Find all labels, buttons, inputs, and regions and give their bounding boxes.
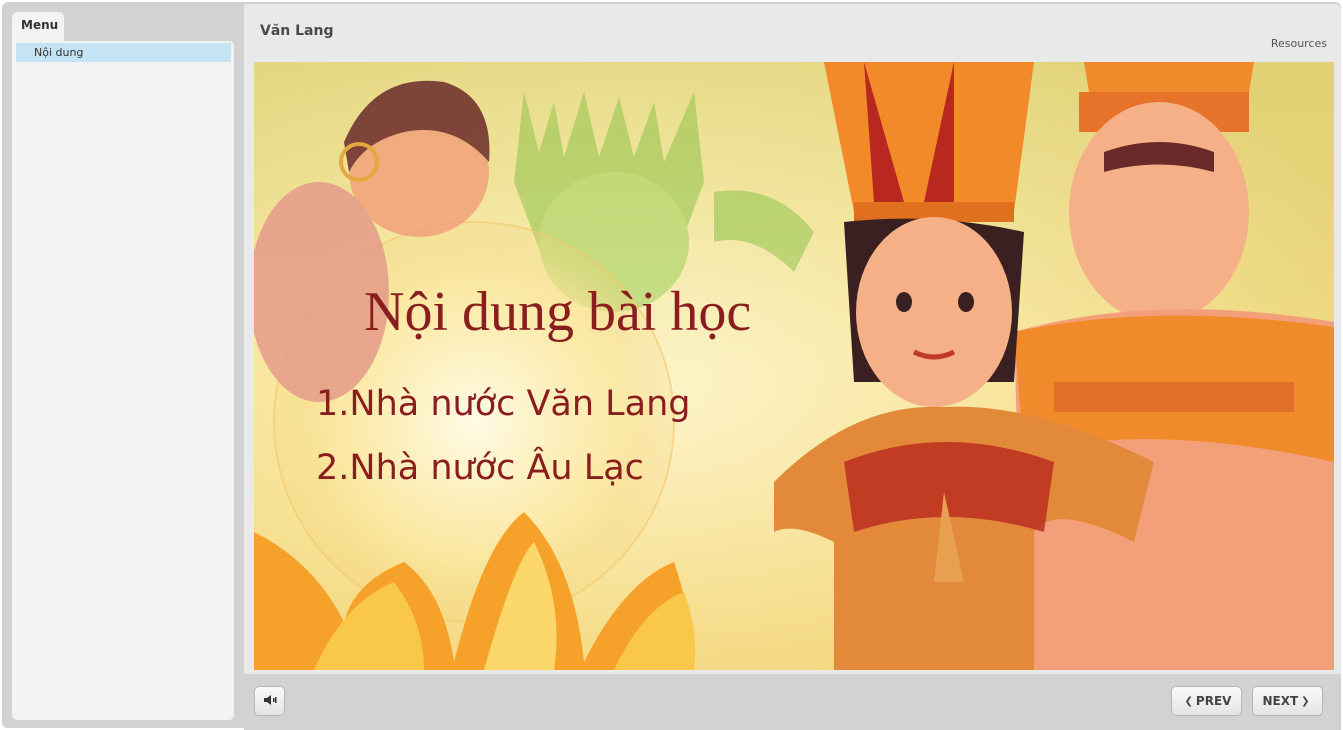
slide-canvas: Nội dung bài học 1.Nhà nước Văn Lang 2.N… [254,62,1334,670]
menu-tab[interactable]: Menu [12,12,64,42]
slide-list-item: 1.Nhà nước Văn Lang [316,384,691,424]
slide-list-item: 2.Nhà nước Âu Lạc [316,448,644,488]
prev-button[interactable]: ❮ PREV [1171,686,1242,716]
volume-button[interactable] [254,686,285,716]
player-frame: Menu Nội dung Văn Lang Resources Nội dun… [2,2,1341,730]
page-title: Văn Lang [260,23,334,39]
bottom-toolbar: ❮ PREV NEXT ❯ [244,674,1341,730]
sidebar: Menu Nội dung [12,12,234,720]
volume-icon [263,693,277,710]
resources-link[interactable]: Resources [1271,37,1327,50]
next-button[interactable]: NEXT ❯ [1252,686,1323,716]
prev-label: PREV [1195,694,1232,708]
next-label: NEXT [1262,694,1299,708]
slide-heading: Nội dung bài học [364,281,752,343]
main-area: Văn Lang Resources Nội dung bài học 1.Nh… [244,4,1341,730]
chevron-left-icon: ❮ [1184,695,1193,707]
chevron-right-icon: ❯ [1301,695,1310,707]
sidebar-item-noi-dung[interactable]: Nội dung [16,43,231,62]
slide-background-illustration [254,62,1334,670]
menu-panel: Nội dung [12,41,234,720]
